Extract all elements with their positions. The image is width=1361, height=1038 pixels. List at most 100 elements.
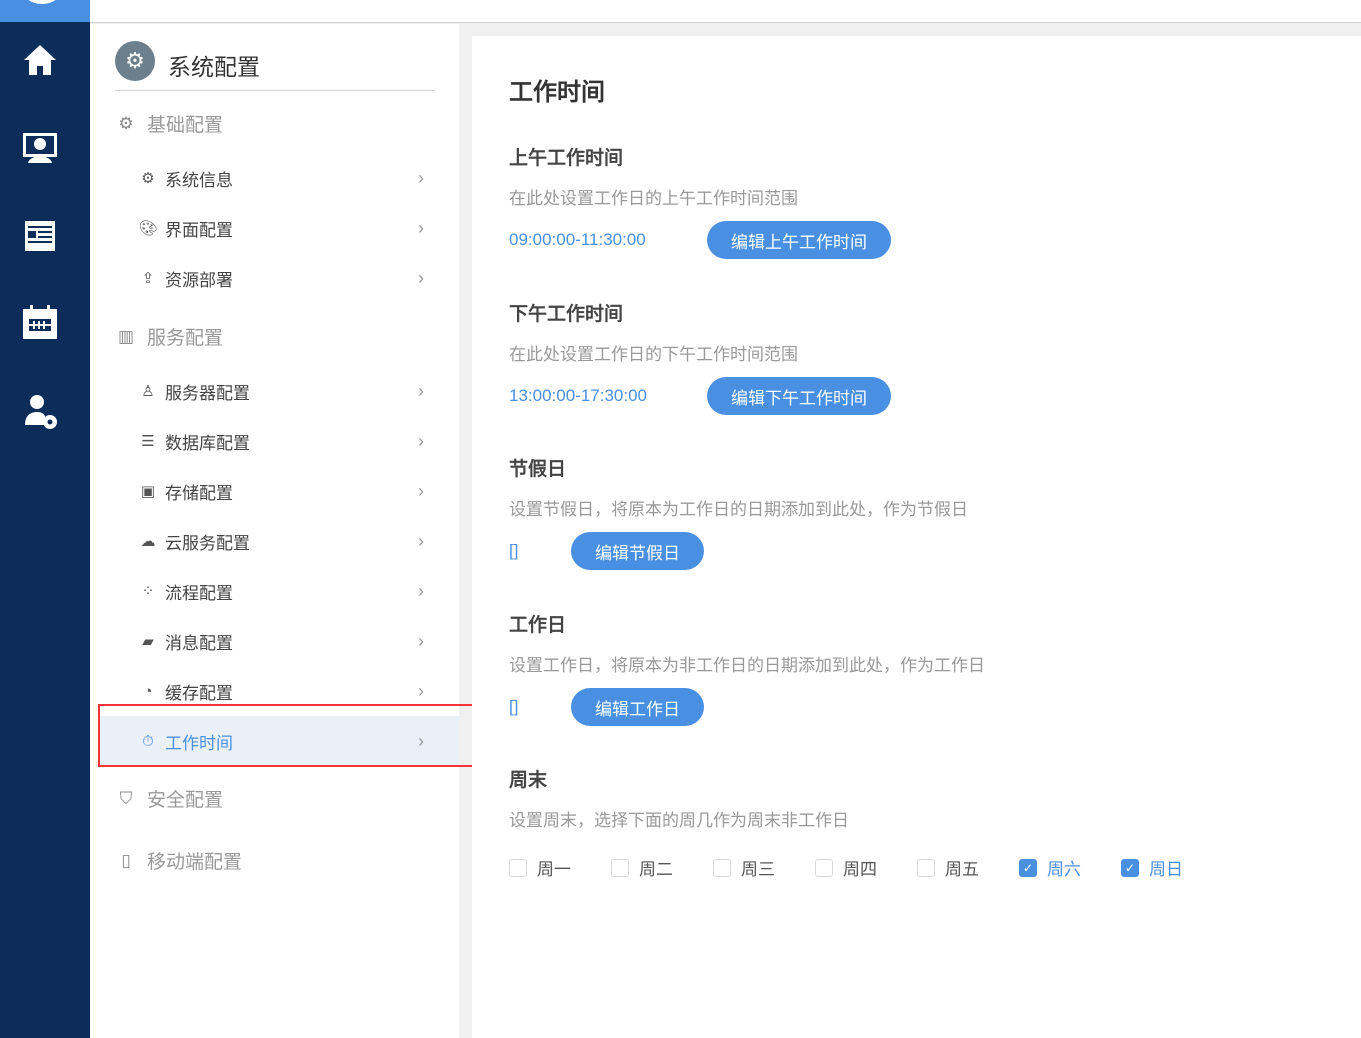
weekday-checkbox[interactable]: 周四 [815, 855, 917, 880]
mobile-icon: ▯ [121, 850, 131, 870]
chevron-right-icon: › [418, 167, 424, 188]
chevron-right-icon: › [418, 630, 424, 651]
checkbox-label: 周二 [639, 860, 673, 879]
item-label: 缓存配置 [165, 683, 233, 703]
weekday-checkbox[interactable]: ✓ 周日 [1121, 855, 1223, 880]
logo[interactable] [0, 0, 90, 22]
item-label: 系统信息 [165, 170, 233, 190]
calendar-icon[interactable] [20, 302, 60, 342]
pie-icon: ◔ [143, 682, 153, 700]
checkbox-icon[interactable] [713, 858, 731, 877]
chevron-right-icon: › [418, 730, 424, 751]
group-basic: ⚙ 基础配置 [115, 110, 223, 137]
holiday-value: [] [509, 541, 519, 560]
shield-icon: ⛉ [119, 788, 133, 808]
chevron-right-icon: › [418, 267, 424, 288]
item-label: 服务器配置 [165, 383, 250, 403]
checkbox-label: 周五 [945, 860, 979, 879]
stopwatch-icon: ⏱︎ [142, 732, 154, 750]
checkbox-icon[interactable]: ✓ [1019, 858, 1037, 877]
work-time-panel: 工作时间 上午工作时间 在此处设置工作日的上午工作时间范围 09:00:00-1… [472, 36, 1361, 1038]
weekday-checkbox[interactable]: 周三 [713, 855, 815, 880]
chevron-right-icon: › [418, 680, 424, 701]
group-mobile[interactable]: ▯ 移动端配置 [115, 847, 242, 874]
chevron-right-icon: › [418, 580, 424, 601]
edit-morning-button[interactable]: 编辑上午工作时间 [707, 221, 891, 259]
workday-value: [] [509, 697, 519, 716]
checkbox-label: 周三 [741, 860, 775, 879]
section-heading: 周末 [509, 770, 548, 791]
chevron-right-icon: › [418, 380, 424, 401]
edit-workday-button[interactable]: 编辑工作日 [571, 688, 704, 726]
group-label: 服务配置 [147, 328, 224, 349]
cloud-icon: ☁ [140, 533, 156, 550]
section-desc: 在此处设置工作日的下午工作时间范围 [509, 345, 798, 364]
section-heading: 工作日 [509, 615, 567, 636]
morning-section: 上午工作时间 在此处设置工作日的上午工作时间范围 09:00:00-11:30:… [509, 143, 891, 259]
sidebar-item-message[interactable]: ▰ 消息配置 › [98, 616, 459, 666]
weekday-checkbox[interactable]: ✓ 周六 [1019, 855, 1121, 880]
checkbox-icon[interactable]: ✓ [1121, 858, 1139, 877]
sidebar-item-work-time[interactable]: ⏱︎ 工作时间 › [98, 716, 459, 766]
weekday-checkbox[interactable]: 周二 [611, 855, 713, 880]
settings-sidebar: ⚙ 系统配置 ⚙ 基础配置 ⚙ 系统信息 › 🎨︎ 界面配置 › ⇪ 资源部署 › ▥ 服务配置… [90, 24, 459, 1038]
section-desc: 设置节假日，将原本为工作日的日期添加到此处，作为节假日 [509, 500, 968, 519]
sidebar-item-flow[interactable]: ⁘ 流程配置 › [98, 566, 459, 616]
sidebar-item-system-info[interactable]: ⚙ 系统信息 › [98, 153, 459, 203]
chevron-right-icon: › [418, 217, 424, 238]
group-label: 基础配置 [147, 115, 224, 136]
workday-section: 工作日 设置工作日，将原本为非工作日的日期添加到此处，作为工作日 [] 编辑工作日 [509, 610, 985, 726]
edit-holiday-button[interactable]: 编辑节假日 [571, 532, 704, 570]
gear-icon: ⚙ [118, 113, 134, 133]
sidebar-item-cloud[interactable]: ☁ 云服务配置 › [98, 516, 459, 566]
home-icon[interactable] [20, 40, 60, 80]
top-bar [90, 0, 1361, 23]
chevron-right-icon: › [418, 530, 424, 551]
checkbox-label: 周六 [1047, 860, 1081, 879]
sidebar-item-deploy[interactable]: ⇪ 资源部署 › [98, 253, 459, 303]
morning-value: 09:00:00-11:30:00 [509, 230, 646, 249]
news-icon[interactable] [20, 216, 60, 256]
weekday-checkbox[interactable]: 周五 [917, 855, 1019, 880]
item-label: 数据库配置 [165, 433, 250, 453]
checkbox-icon[interactable] [815, 858, 833, 877]
item-label: 存储配置 [165, 483, 233, 503]
app-rail [0, 0, 90, 1038]
sidebar-item-server[interactable]: ♙ 服务器配置 › [98, 366, 459, 416]
sidebar-item-ui[interactable]: 🎨︎ 界面配置 › [98, 203, 459, 253]
checkbox-icon[interactable] [509, 858, 527, 877]
monitor-user-icon[interactable] [20, 128, 60, 168]
afternoon-value: 13:00:00-17:30:00 [509, 386, 648, 405]
edit-afternoon-button[interactable]: 编辑下午工作时间 [707, 377, 891, 415]
database-icon: ☰ [141, 433, 155, 450]
group-label: 安全配置 [147, 790, 224, 811]
server-icon: ▥ [117, 326, 135, 346]
flow-icon: ⁘ [141, 583, 155, 600]
chevron-right-icon: › [418, 480, 424, 501]
checkbox-label: 周日 [1149, 860, 1183, 879]
item-label: 消息配置 [165, 633, 233, 653]
checkbox-label: 周一 [537, 860, 571, 879]
group-security[interactable]: ⛉ 安全配置 [115, 785, 223, 812]
message-icon: ▰ [142, 633, 154, 650]
sidebar-item-database[interactable]: ☰ 数据库配置 › [98, 416, 459, 466]
archive-icon: ▣ [140, 483, 156, 500]
weekend-checkboxes: 周一 周二 周三 周四 周五 ✓ 周六 ✓ 周日 [509, 855, 1223, 880]
holiday-section: 节假日 设置节假日，将原本为工作日的日期添加到此处，作为节假日 [] 编辑节假日 [509, 454, 968, 570]
page-title: 工作时间 [509, 79, 605, 106]
checkbox-icon[interactable] [611, 858, 629, 877]
section-heading: 上午工作时间 [509, 148, 624, 169]
sidebar-item-cache[interactable]: ◔ 缓存配置 › [98, 666, 459, 716]
item-label: 界面配置 [165, 220, 233, 240]
palette-icon: 🎨︎ [138, 220, 158, 237]
sidebar-item-storage[interactable]: ▣ 存储配置 › [98, 466, 459, 516]
item-label: 流程配置 [165, 583, 233, 603]
group-service: ▥ 服务配置 [115, 323, 223, 350]
checkbox-icon[interactable] [917, 858, 935, 877]
section-heading: 节假日 [509, 459, 567, 480]
weekday-checkbox[interactable]: 周一 [509, 855, 611, 880]
upload-icon: ⇪ [141, 270, 155, 287]
gear-icon: ⚙ [141, 170, 155, 187]
afternoon-section: 下午工作时间 在此处设置工作日的下午工作时间范围 13:00:00-17:30:… [509, 299, 891, 415]
user-settings-icon[interactable] [20, 392, 60, 432]
